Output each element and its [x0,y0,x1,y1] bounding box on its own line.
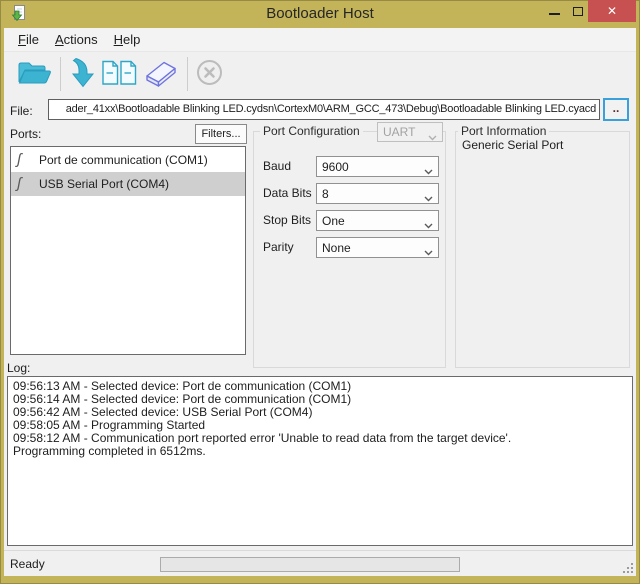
open-folder-icon [16,58,52,91]
baud-label: Baud [263,159,291,173]
port-information-group: Port Information Generic Serial Port [455,131,630,368]
port-list-item-selected[interactable]: ʃ USB Serial Port (COM4) [11,172,245,196]
chevron-down-icon [424,191,433,205]
bootloader-host-window: Bootloader Host ✕ File Actions Help [0,0,640,584]
baud-dropdown[interactable]: 9600 [316,156,439,177]
file-path-input[interactable]: ader_41xx\Bootloadable Blinking LED.cyds… [48,99,600,120]
stop-bits-dropdown[interactable]: One [316,210,439,231]
data-bits-label: Data Bits [263,186,312,200]
menu-help[interactable]: Help [106,29,149,50]
open-file-button[interactable] [14,56,54,93]
erase-button[interactable] [140,56,181,93]
download-arrow-icon [69,57,97,92]
titlebar: Bootloader Host ✕ [0,0,640,28]
serial-port-icon: ʃ [17,151,35,169]
progress-bar [160,557,460,572]
copy-documents-icon [101,58,138,91]
data-bits-dropdown[interactable]: 8 [316,183,439,204]
ports-list: ʃ Port de communication (COM1) ʃ USB Ser… [10,146,246,355]
close-button[interactable]: ✕ [588,0,636,22]
chevron-down-icon [424,164,433,178]
log-output[interactable]: 09:56:13 AM - Selected device: Port de c… [7,376,633,546]
port-configuration-title: Port Configuration [260,124,363,138]
statusbar: Ready [4,550,636,576]
minimize-button[interactable] [540,0,568,22]
menu-file[interactable]: File [10,29,47,50]
parity-label: Parity [263,240,294,254]
browse-button[interactable]: .. [603,98,629,121]
filters-button[interactable]: Filters... [195,124,247,144]
eraser-icon [142,58,179,91]
ports-label: Ports: [10,127,41,141]
menu-actions[interactable]: Actions [47,29,106,50]
port-configuration-group: Port Configuration UART Baud 9600 Data B… [253,131,446,368]
program-button[interactable] [67,55,99,94]
chevron-down-icon [424,245,433,259]
port-information-title: Port Information [458,124,549,138]
port-list-item[interactable]: ʃ Port de communication (COM1) [11,148,245,172]
abort-button[interactable] [194,57,225,91]
window-controls: ✕ [540,0,636,22]
chevron-down-icon [424,218,433,232]
maximize-icon [573,7,583,16]
minimize-icon [549,13,560,15]
verify-button[interactable] [99,56,140,93]
menubar: File Actions Help [4,28,636,52]
stop-bits-label: Stop Bits [263,213,311,227]
log-label: Log: [7,361,30,375]
file-label: File: [10,104,33,118]
resize-grip-icon[interactable] [631,571,633,573]
close-icon: ✕ [607,4,617,18]
serial-port-icon: ʃ [17,175,35,193]
chevron-down-icon [428,130,437,144]
protocol-dropdown[interactable]: UART [377,122,443,142]
toolbar [4,52,636,96]
port-information-text: Generic Serial Port [462,138,563,152]
stop-circle-icon [196,59,223,89]
log-line: Programming completed in 6512ms. [13,445,627,458]
maximize-button[interactable] [568,0,588,22]
toolbar-separator [60,57,61,91]
status-text: Ready [10,557,45,571]
parity-dropdown[interactable]: None [316,237,439,258]
client-area: File Actions Help [4,28,636,576]
toolbar-separator [187,57,188,91]
